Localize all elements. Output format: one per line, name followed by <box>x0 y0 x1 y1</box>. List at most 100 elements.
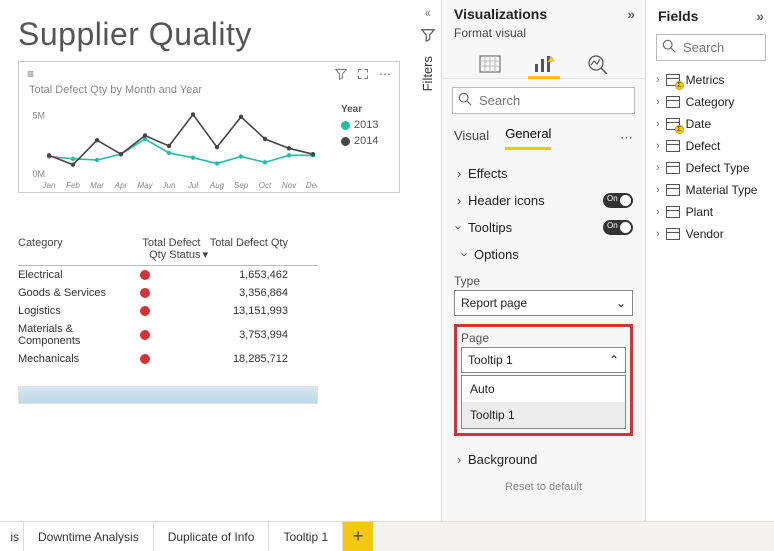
status-dot-icon <box>140 288 150 298</box>
map-visual[interactable] <box>18 386 318 404</box>
table-row[interactable]: Electrical 1,653,462 <box>18 266 318 284</box>
col-status[interactable]: Total Defect Qty Status▾ <box>128 237 208 261</box>
field-table-item[interactable]: › Defect Type <box>656 157 766 179</box>
col-category[interactable]: Category <box>18 237 128 261</box>
focus-mode-icon[interactable] <box>357 68 369 80</box>
field-table-item[interactable]: › Σ Date <box>656 113 766 135</box>
svg-text:Mar: Mar <box>90 181 104 190</box>
dropdown-option[interactable]: Auto <box>462 376 625 402</box>
svg-text:Sep: Sep <box>234 181 249 190</box>
more-icon[interactable]: ⋯ <box>620 130 633 146</box>
chart-toolbar: ≡ ⋯ <box>27 66 391 82</box>
report-canvas: Supplier Quality ≡ ⋯ Total Defect Qty by… <box>0 0 410 520</box>
expand-icon[interactable]: » <box>756 8 764 24</box>
svg-text:Dec: Dec <box>306 181 317 190</box>
collapse-icon[interactable]: « <box>425 4 430 20</box>
filters-label: Filters <box>420 56 435 91</box>
svg-text:May: May <box>137 181 153 190</box>
table-row[interactable]: Goods & Services 3,356,864 <box>18 284 318 302</box>
chevron-right-icon: › <box>656 228 660 240</box>
toggle-header-icons[interactable]: On <box>603 193 633 208</box>
chevron-right-icon: › <box>656 74 660 86</box>
legend-title: Year <box>341 104 391 115</box>
svg-text:Aug: Aug <box>209 181 225 190</box>
type-label: Type <box>454 274 633 288</box>
table-icon <box>666 206 680 218</box>
status-dot-icon <box>140 354 150 364</box>
table-icon <box>666 184 680 196</box>
section-background[interactable]: ›Background <box>454 446 633 473</box>
svg-text:Jul: Jul <box>187 181 198 190</box>
build-visual-button[interactable] <box>476 50 504 78</box>
field-table-item[interactable]: › Plant <box>656 201 766 223</box>
field-label: Category <box>686 95 735 109</box>
analytics-button[interactable] <box>584 50 612 78</box>
legend-item-2014[interactable]: 2014 <box>341 135 391 147</box>
chevron-right-icon: › <box>454 166 464 181</box>
table-row[interactable]: Materials & Components 3,753,994 <box>18 320 318 350</box>
svg-text:Apr: Apr <box>114 181 128 190</box>
cell-status <box>128 288 208 298</box>
field-table-item[interactable]: › Σ Metrics <box>656 69 766 91</box>
report-title: Supplier Quality <box>18 16 400 53</box>
page-tabs: is Downtime Analysis Duplicate of Info T… <box>0 521 774 551</box>
page-tab-truncated[interactable]: is <box>0 522 24 551</box>
add-page-button[interactable]: + <box>343 522 373 551</box>
chevron-down-icon: › <box>452 223 467 233</box>
more-options-icon[interactable]: ⋯ <box>379 67 391 81</box>
cell-category: Materials & Components <box>18 323 128 347</box>
filters-pane-collapsed[interactable]: « Filters <box>414 0 442 551</box>
svg-text:Jan: Jan <box>42 181 56 190</box>
reset-to-default[interactable]: Reset to default <box>454 473 633 493</box>
format-search-input[interactable] <box>452 87 635 114</box>
data-table[interactable]: Category Total Defect Qty Status▾ Total … <box>18 237 318 368</box>
section-effects[interactable]: ›Effects <box>454 160 633 187</box>
cell-qty: 13,151,993 <box>208 305 288 317</box>
fields-title: Fields <box>658 8 698 24</box>
expand-icon[interactable]: » <box>627 6 635 22</box>
field-table-item[interactable]: › Defect <box>656 135 766 157</box>
status-dot-icon <box>140 330 150 340</box>
cell-status <box>128 354 208 364</box>
chevron-right-icon: › <box>656 162 660 174</box>
viz-subtitle: Format visual <box>442 24 645 46</box>
fields-panel: Fields » › Σ Metrics› Category› Σ Date› … <box>646 0 774 551</box>
subsection-options[interactable]: ›Options <box>454 241 633 268</box>
field-table-item[interactable]: › Material Type <box>656 179 766 201</box>
tab-visual[interactable]: Visual <box>454 128 489 149</box>
page-label: Page <box>461 331 626 345</box>
field-label: Vendor <box>686 227 724 241</box>
cell-category: Logistics <box>18 305 128 317</box>
cell-status <box>128 270 208 280</box>
dropdown-option[interactable]: Tooltip 1 <box>462 402 625 428</box>
field-label: Defect Type <box>686 161 750 175</box>
cell-status <box>128 306 208 316</box>
fields-search-input[interactable] <box>656 34 766 61</box>
chevron-right-icon: › <box>656 96 660 108</box>
col-qty[interactable]: Total Defect Qty <box>208 237 288 261</box>
page-tab[interactable]: Downtime Analysis <box>24 522 154 551</box>
toggle-tooltips[interactable]: On <box>603 220 633 235</box>
cell-status <box>128 330 208 340</box>
section-header-icons[interactable]: ›Header icons On <box>454 187 633 214</box>
page-dropdown[interactable]: Tooltip 1 ⌃ <box>461 347 626 373</box>
type-dropdown[interactable]: Report page ⌄ <box>454 290 633 316</box>
table-row[interactable]: Logistics 13,151,993 <box>18 302 318 320</box>
svg-text:5M: 5M <box>32 111 45 121</box>
chart-tile[interactable]: ≡ ⋯ Total Defect Qty by Month and Year 5… <box>18 61 400 193</box>
drag-handle-icon[interactable]: ≡ <box>27 67 34 81</box>
section-tooltips[interactable]: ›Tooltips On <box>454 214 633 241</box>
page-tab[interactable]: Duplicate of Info <box>154 522 270 551</box>
field-table-item[interactable]: › Category <box>656 91 766 113</box>
format-visual-button[interactable] <box>530 50 558 78</box>
page-tab[interactable]: Tooltip 1 <box>269 522 343 551</box>
filter-icon[interactable] <box>335 68 347 80</box>
tab-general[interactable]: General <box>505 126 551 150</box>
field-label: Material Type <box>686 183 758 197</box>
chevron-right-icon: › <box>454 452 464 467</box>
legend-item-2013[interactable]: 2013 <box>341 119 391 131</box>
cell-qty: 3,356,864 <box>208 287 288 299</box>
sigma-badge-icon: Σ <box>675 125 684 134</box>
field-table-item[interactable]: › Vendor <box>656 223 766 245</box>
table-row[interactable]: Mechanicals 18,285,712 <box>18 350 318 368</box>
